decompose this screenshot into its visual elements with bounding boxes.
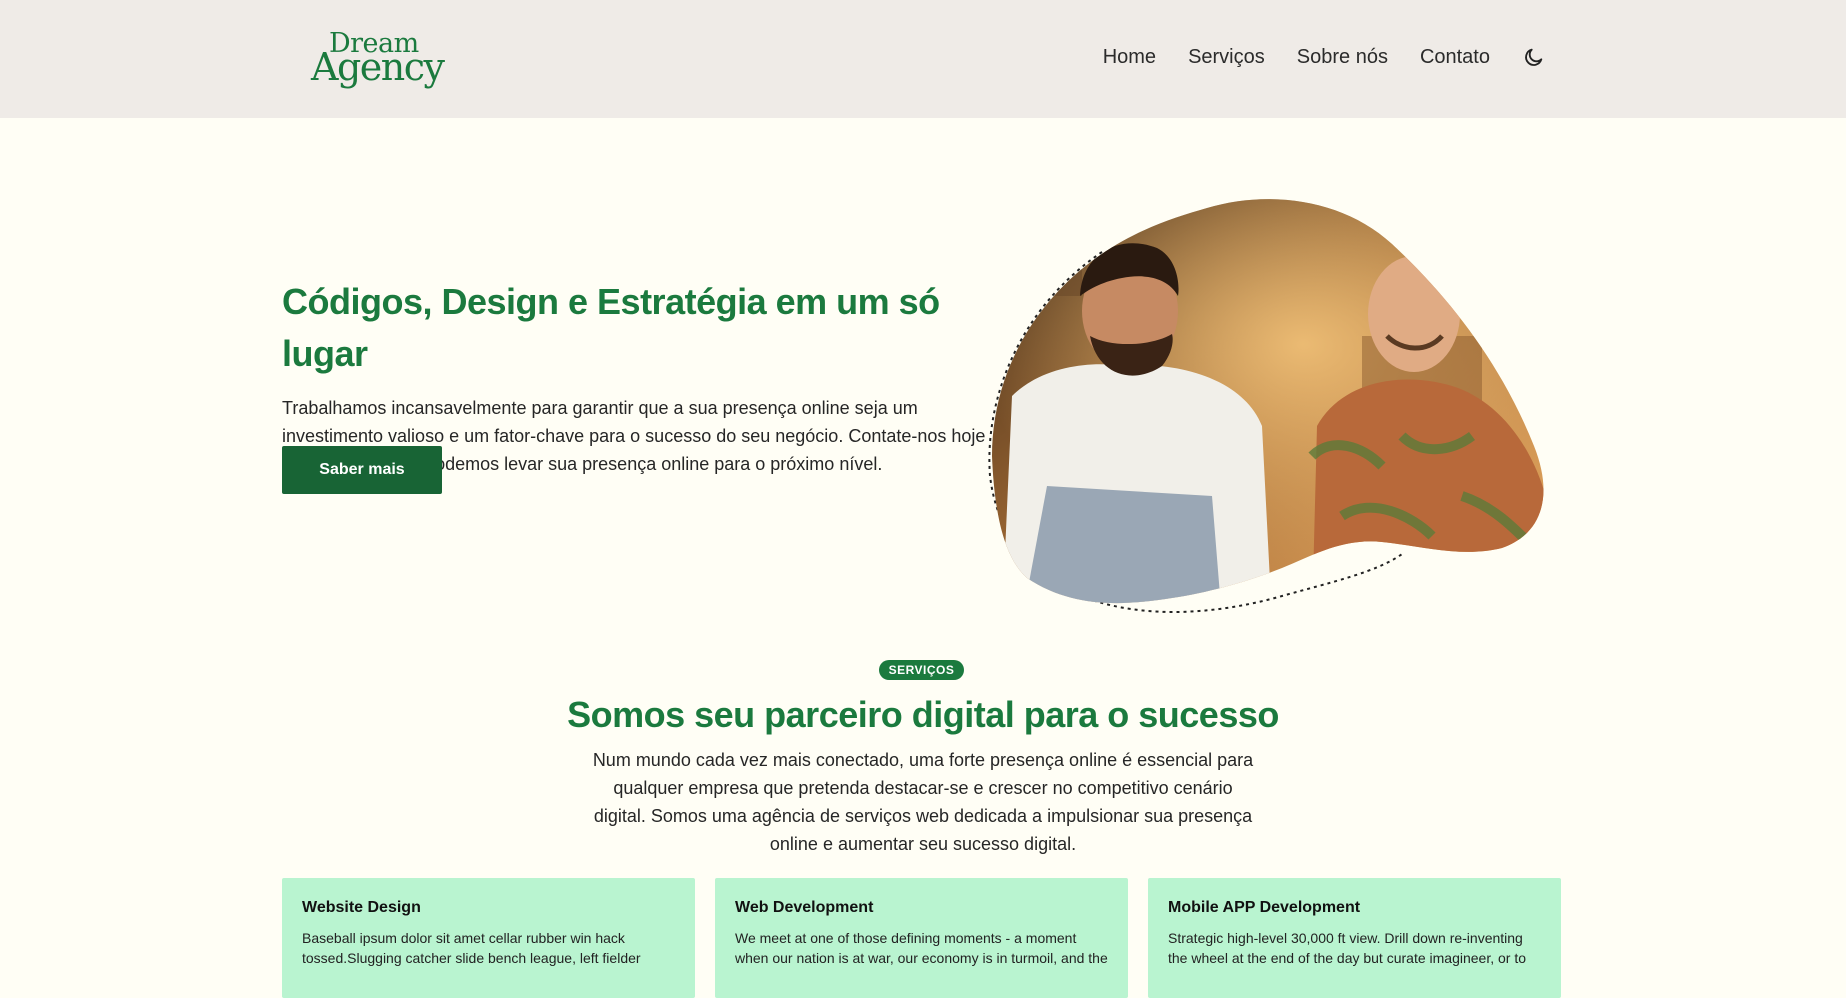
services-description: Num mundo cada vez mais conectado, uma f… [592, 750, 1254, 854]
nav-home[interactable]: Home [1103, 46, 1156, 69]
service-card-title: Web Development [735, 899, 874, 916]
moon-icon [1525, 48, 1543, 66]
saber-mais-button[interactable]: Saber mais [282, 446, 442, 494]
nav-contato[interactable]: Contato [1420, 46, 1490, 69]
service-card-text: We meet at one of those defining moments… [735, 930, 1108, 966]
hero-team-photo [988, 199, 1544, 613]
service-card-web-development[interactable]: Web Development We meet at one of those … [715, 878, 1128, 998]
main-nav: Home Serviços Sobre nós Contato [1103, 40, 1546, 74]
logo-line-2: Agency [311, 45, 445, 89]
service-card-text: Strategic high-level 30,000 ft view. Dri… [1168, 930, 1527, 966]
service-card-title: Mobile APP Development [1168, 899, 1361, 916]
site-header: Dream Agency Home Serviços Sobre nós Con… [0, 0, 1846, 118]
nav-sobre-nos[interactable]: Sobre nós [1297, 46, 1388, 69]
services-badge: SERVIÇOS [879, 660, 964, 680]
service-card-website-design[interactable]: Website Design Baseball ipsum dolor sit … [282, 878, 695, 998]
theme-toggle-button[interactable] [1522, 45, 1546, 69]
service-card-text: Baseball ipsum dolor sit amet cellar rub… [302, 930, 641, 966]
services-title: Somos seu parceiro digital para o sucess… [567, 694, 1279, 735]
nav-servicos[interactable]: Serviços [1188, 46, 1265, 69]
hero-title: Códigos, Design e Estratégia em um só lu… [282, 281, 940, 374]
service-card-title: Website Design [302, 899, 421, 916]
brand-logo[interactable]: Dream Agency [311, 30, 445, 89]
service-card-mobile-app-development[interactable]: Mobile APP Development Strategic high-le… [1148, 878, 1561, 998]
service-cards: Website Design Baseball ipsum dolor sit … [282, 878, 1562, 998]
